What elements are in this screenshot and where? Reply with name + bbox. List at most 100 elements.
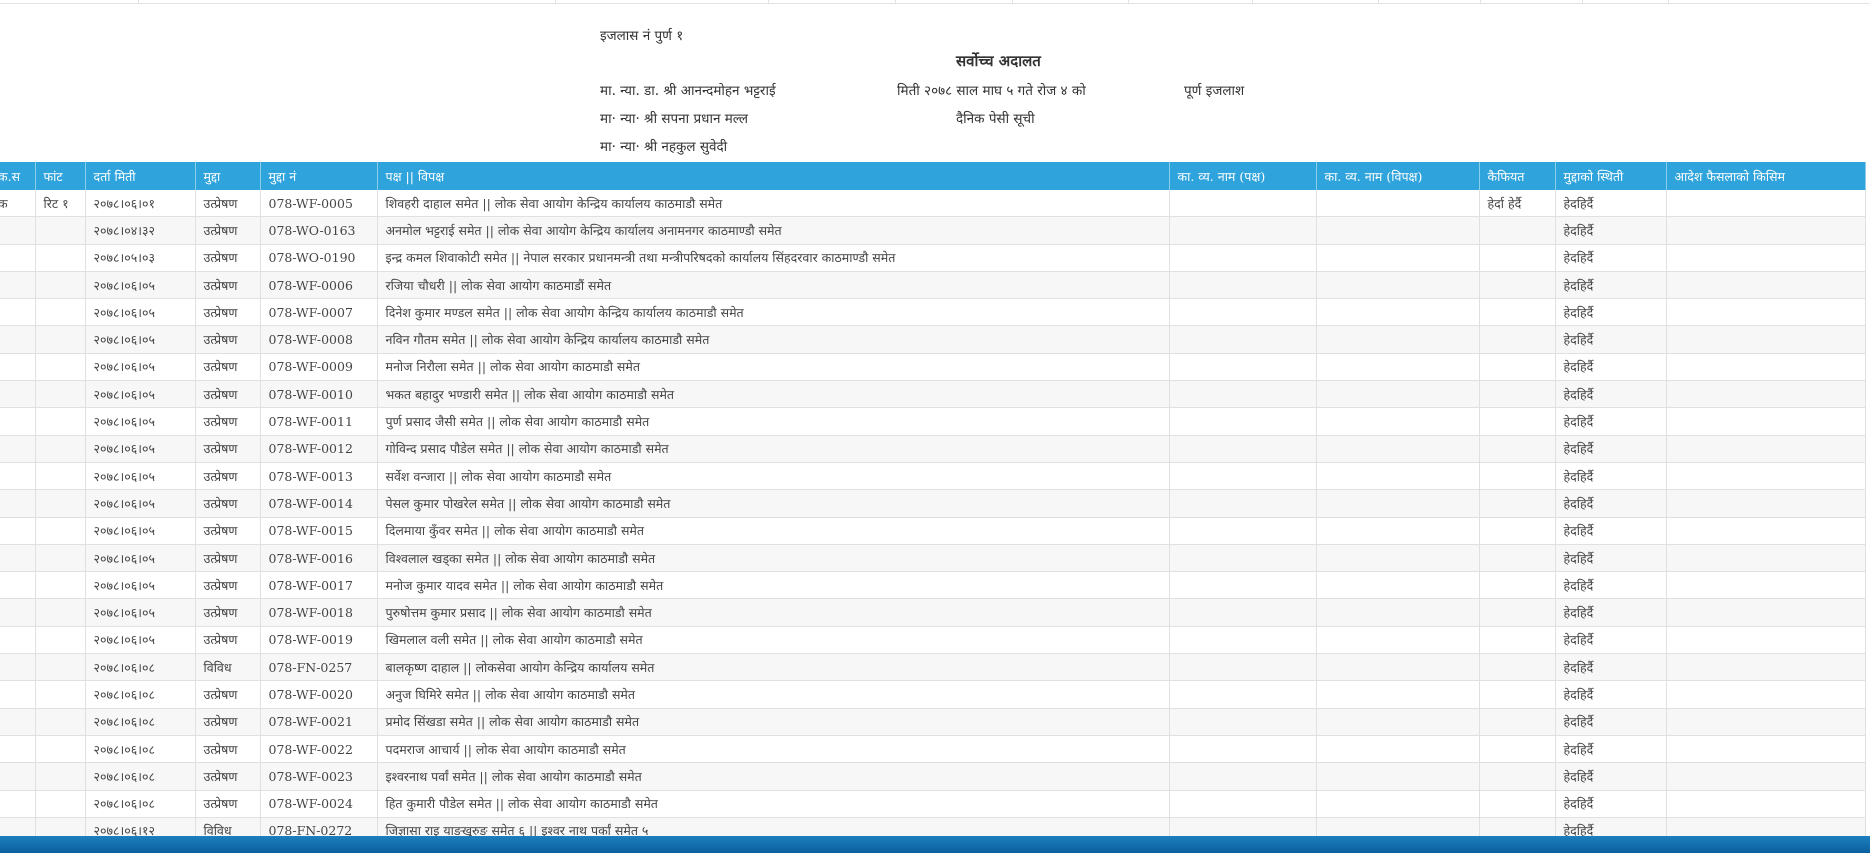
cell-case-type: उत्प्रेषण xyxy=(195,353,261,382)
cell-reg-date: २०७८।०६।०५ xyxy=(85,325,196,354)
cell-remarks xyxy=(1479,626,1556,655)
cell-case-no: 078-WF-0019 xyxy=(260,626,378,655)
cell-reg-date: २०७८।०६।०१ xyxy=(85,190,196,218)
cell-case-no: 078-WF-0009 xyxy=(260,353,378,382)
cell-order-type xyxy=(1666,517,1866,545)
cell-lawyer-party xyxy=(1169,598,1317,627)
table-row: २०७८।०६।०५ उत्प्रेषण 078-WF-0019 खिमलाल वली… xyxy=(0,626,1866,655)
cell-remarks xyxy=(1479,653,1556,682)
cell-remarks xyxy=(1479,380,1556,409)
cell-order-type xyxy=(1666,407,1866,436)
cell-lawyer-opponent xyxy=(1316,407,1480,436)
cell-font: रिट १ xyxy=(35,190,86,218)
cell-case-no: 078-WF-0008 xyxy=(260,325,378,354)
cell-sn xyxy=(0,489,36,518)
cell-order-type xyxy=(1666,380,1866,409)
cell-parties: इन्द्र कमल शिवाकोटी समेत || नेपाल सरकार … xyxy=(377,244,1170,272)
table-row: २०७८।०६।०५ उत्प्रेषण 078-WF-0008 नविन गौतम … xyxy=(0,325,1866,354)
cell-remarks xyxy=(1479,762,1556,791)
cell-case-no: 078-WF-0010 xyxy=(260,380,378,409)
cell-remarks xyxy=(1479,407,1556,436)
cell-sn xyxy=(0,353,36,382)
cell-status: हेदहिर्दै xyxy=(1555,325,1667,354)
cell-lawyer-party xyxy=(1169,735,1317,764)
cell-remarks xyxy=(1479,298,1556,327)
cell-status: हेदहिर्दै xyxy=(1555,517,1667,545)
cell-reg-date: २०७८।०६।०५ xyxy=(85,435,196,463)
cell-remarks xyxy=(1479,735,1556,764)
cell-lawyer-opponent xyxy=(1316,298,1480,327)
cell-status: हेदहिर्दै xyxy=(1555,190,1667,218)
cell-parties: दिलमाया कुँवर समेत || लोक सेवा आयोग काठम… xyxy=(377,517,1170,545)
cell-case-type: उत्प्रेषण xyxy=(195,244,261,272)
table-row: २०७८।०६।०५ उत्प्रेषण 078-WF-0017 मनोज कुमार… xyxy=(0,571,1866,600)
cell-status: हेदहिर्दै xyxy=(1555,380,1667,409)
cell-case-type: उत्प्रेषण xyxy=(195,790,261,818)
column-font-header: फांट xyxy=(35,162,86,190)
cell-sn xyxy=(0,517,36,545)
cell-lawyer-party xyxy=(1169,571,1317,600)
cell-status: हेदहिर्दै xyxy=(1555,735,1667,764)
judge-3: मा· न्या· श्री नहकुल सुवेदी xyxy=(600,139,728,155)
cell-font xyxy=(35,571,86,600)
cell-case-type: उत्प्रेषण xyxy=(195,325,261,354)
cell-status: हेदहिर्दै xyxy=(1555,571,1667,600)
table-row: २०७८।०६।०५ उत्प्रेषण 078-WF-0011 पुर्ण प्रस… xyxy=(0,407,1866,436)
cell-case-type: उत्प्रेषण xyxy=(195,762,261,791)
cell-lawyer-party xyxy=(1169,708,1317,736)
cell-status: हेदहिर्दै xyxy=(1555,626,1667,655)
cell-font xyxy=(35,762,86,791)
cell-case-no: 078-WF-0015 xyxy=(260,517,378,545)
court-name: सर्वोच्च अदालत xyxy=(956,52,1041,70)
cell-case-type: उत्प्रेषण xyxy=(195,708,261,736)
cell-font xyxy=(35,435,86,463)
cell-parties: मनोज कुमार यादव समेत || लोक सेवा आयोग का… xyxy=(377,571,1170,600)
cell-lawyer-party xyxy=(1169,653,1317,682)
cell-case-type: उत्प्रेषण xyxy=(195,190,261,218)
cell-reg-date: २०७८।०६।०५ xyxy=(85,380,196,409)
cell-parties: हित कुमारी पौडेल समेत || लोक सेवा आयोग क… xyxy=(377,790,1170,818)
cell-status: हेदहिर्दै xyxy=(1555,435,1667,463)
table-body: करिट १२०७८।०६।०१उत्प्रेषण078-WF-0005शिवह… xyxy=(0,190,1866,846)
cell-parties: पदमराज आचार्य || लोक सेवा आयोग काठमाडौ स… xyxy=(377,735,1170,764)
list-type: दैनिक पेसी सूची xyxy=(956,111,1035,127)
cell-parties: बालकृष्ण दाहाल || लोकसेवा आयोग केन्द्रिय… xyxy=(377,653,1170,682)
bench-number: इजलास नं पुर्ण १ xyxy=(600,28,684,44)
table-row: करिट १२०७८।०६।०१उत्प्रेषण078-WF-0005शिवह… xyxy=(0,190,1866,218)
cell-lawyer-opponent xyxy=(1316,544,1480,573)
cell-font xyxy=(35,735,86,764)
cell-lawyer-party xyxy=(1169,380,1317,409)
cell-status: हेदहिर्दै xyxy=(1555,271,1667,300)
cell-order-type xyxy=(1666,544,1866,573)
table-header-row: क.स फांट दर्ता मिती मुद्दा मुद्दा नं पक्ष || … xyxy=(0,162,1866,190)
cell-reg-date: २०७८।०६।०५ xyxy=(85,626,196,655)
cell-lawyer-party xyxy=(1169,298,1317,327)
cell-remarks xyxy=(1479,790,1556,818)
cell-parties: मनोज निरौला समेत || लोक सेवा आयोग काठमाड… xyxy=(377,353,1170,382)
cell-font xyxy=(35,353,86,382)
cell-remarks xyxy=(1479,271,1556,300)
cell-case-no: 078-WF-0021 xyxy=(260,708,378,736)
cell-sn xyxy=(0,790,36,818)
cell-lawyer-opponent xyxy=(1316,489,1480,518)
cell-parties: भकत बहादुर भण्डारी समेत || लोक सेवा आयोग… xyxy=(377,380,1170,409)
cell-sn xyxy=(0,244,36,272)
cell-case-no: 078-WF-0011 xyxy=(260,407,378,436)
cell-lawyer-party xyxy=(1169,435,1317,463)
cell-font xyxy=(35,680,86,709)
cell-parties: प्रमोद सिंखडा समेत || लोक सेवा आयोग काठम… xyxy=(377,708,1170,736)
cell-remarks xyxy=(1479,244,1556,272)
cell-sn xyxy=(0,762,36,791)
cell-status: हेदहिर्दै xyxy=(1555,298,1667,327)
cell-order-type xyxy=(1666,271,1866,300)
cell-reg-date: २०७८।०५।०३ xyxy=(85,244,196,272)
cell-font xyxy=(35,544,86,573)
cell-case-type: उत्प्रेषण xyxy=(195,298,261,327)
table-row: २०७८।०६।०५ उत्प्रेषण 078-WF-0016 विश्वलाल ख… xyxy=(0,544,1866,573)
cell-case-no: 078-WF-0013 xyxy=(260,462,378,491)
table-row: २०७८।०४।३२ उत्प्रेषण 078-WO-0163 अनमोल भट्ट… xyxy=(0,216,1866,245)
cell-parties: पुरुषोत्तम कुमार प्रसाद || लोक सेवा आयोग… xyxy=(377,598,1170,627)
cell-font xyxy=(35,653,86,682)
table-row: २०७८।०६।०५ उत्प्रेषण 078-WF-0018 पुरुषोत्तम… xyxy=(0,598,1866,627)
table-row: २०७८।०६।०५ उत्प्रेषण 078-WF-0010 भकत बहादुर… xyxy=(0,380,1866,409)
